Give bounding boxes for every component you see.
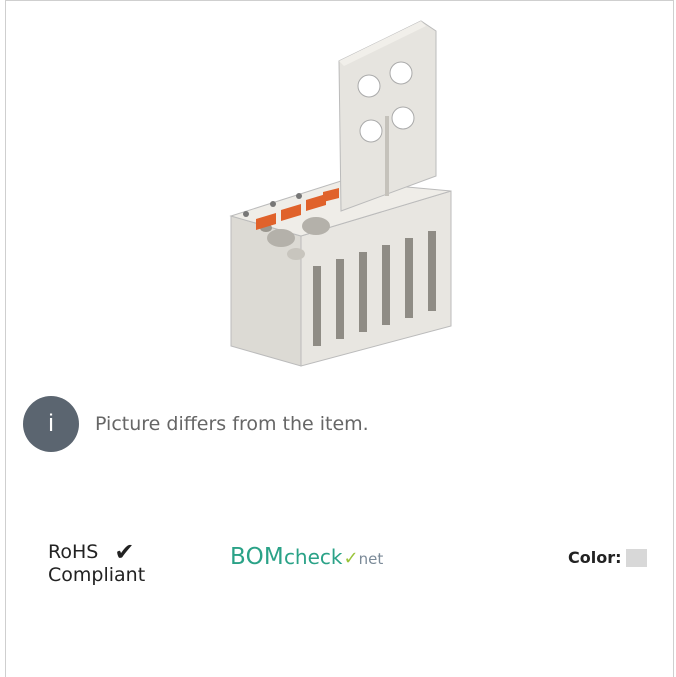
check-icon: ✔ xyxy=(114,538,135,566)
bomcheck-logo-net: net xyxy=(358,550,384,568)
rohs-label: RoHS xyxy=(48,541,99,563)
product-card: i Picture differs from the item. RoHS ✔ … xyxy=(5,0,674,677)
image-disclaimer: i Picture differs from the item. xyxy=(23,394,369,454)
rohs-compliant-label: Compliant xyxy=(48,564,146,586)
color-label: Color: xyxy=(568,548,622,567)
info-icon: i xyxy=(23,396,79,452)
disclaimer-text: Picture differs from the item. xyxy=(95,413,369,435)
color-indicator: Color: xyxy=(568,548,647,567)
rohs-badge: RoHS ✔ Compliant xyxy=(48,538,146,587)
bomcheck-logo-bom: BOM xyxy=(230,544,284,570)
bomcheck-tick-icon: ✓ xyxy=(343,548,359,569)
bomcheck-logo-check: check xyxy=(283,545,343,569)
bomcheck-logo[interactable]: BOM check ✓ net xyxy=(230,544,383,570)
product-image xyxy=(229,20,452,367)
color-swatch xyxy=(625,548,647,567)
